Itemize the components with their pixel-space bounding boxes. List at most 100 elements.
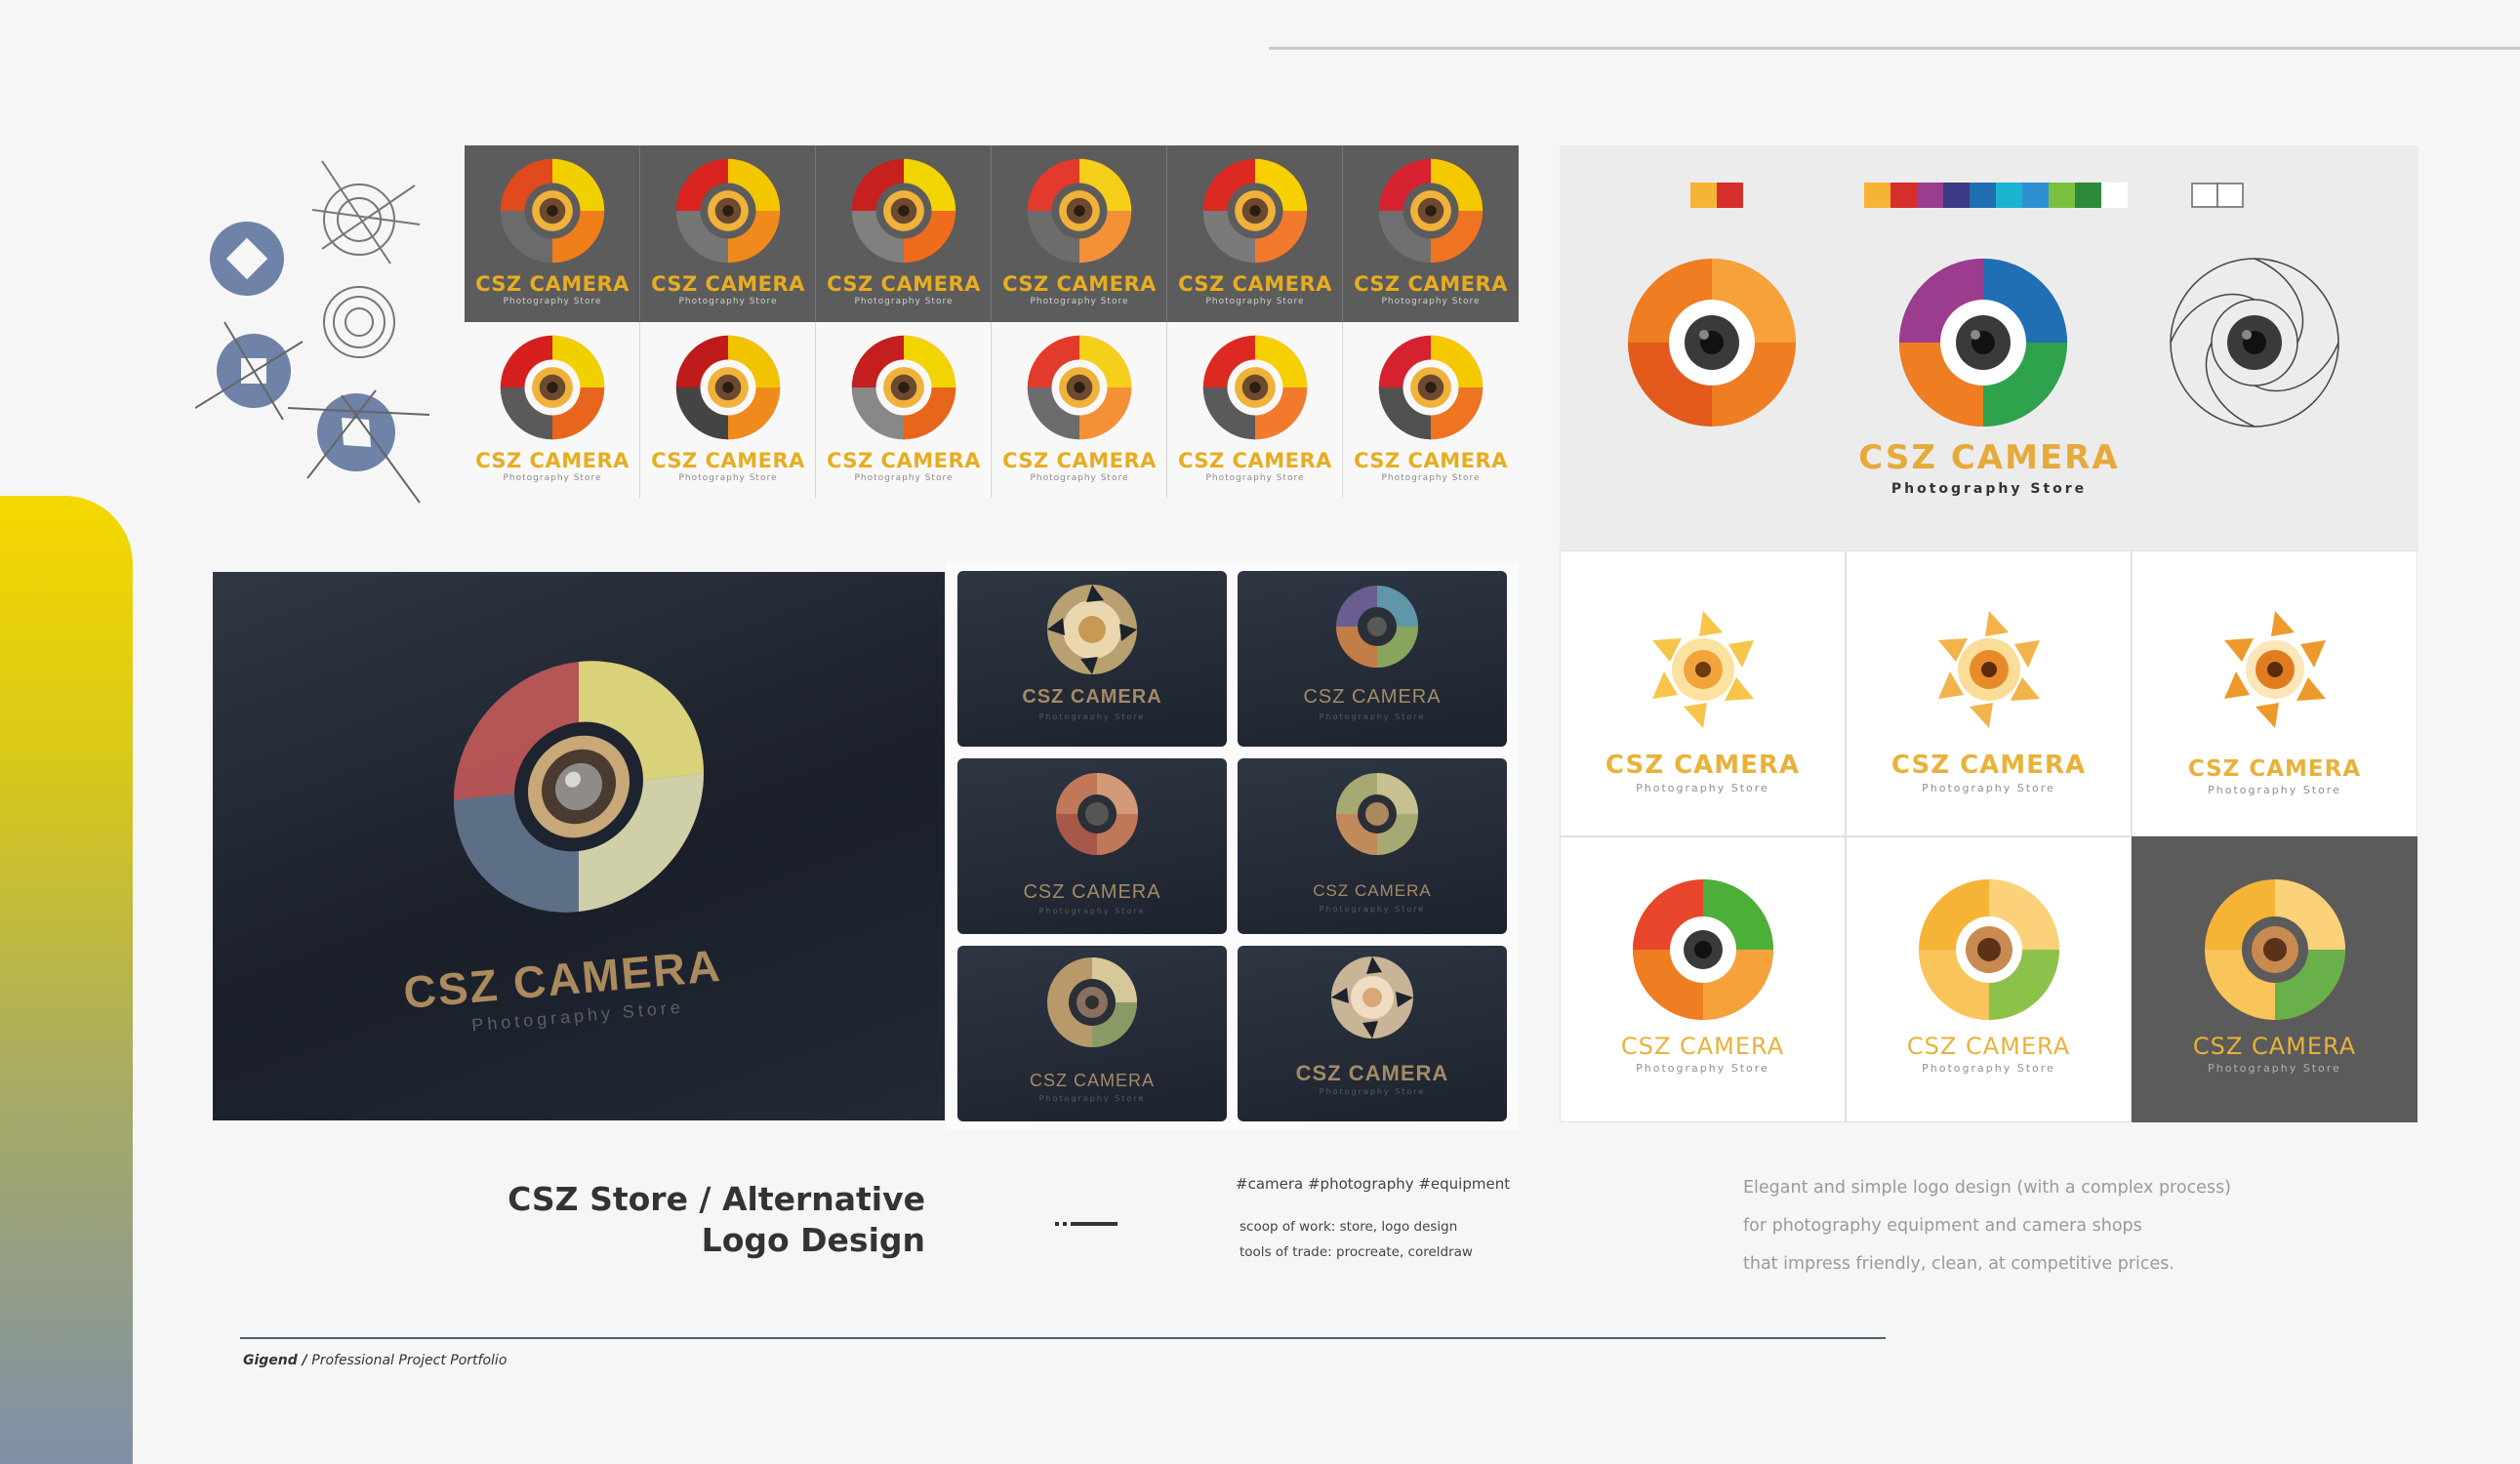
tile-wordmark: CSZ CAMERA (1313, 881, 1432, 900)
logo-wordmark: CSZ CAMERA (1002, 449, 1157, 472)
logo-tagline: Photography Store (503, 473, 602, 483)
description-line2: for photography equipment and camera sho… (1743, 1216, 2142, 1236)
orange-eye-logo-icon (1628, 259, 1796, 427)
alt-logo-1: CSZ CAMERA Photography Store (1560, 550, 1846, 836)
description-line1: Elegant and simple logo design (with a c… (1743, 1178, 2232, 1198)
alt-wordmark: CSZ CAMERA (1906, 1033, 2071, 1060)
alt-wordmark: CSZ CAMERA (2187, 756, 2362, 782)
variation-dark-6: CSZ CAMERA Photography Store (1343, 145, 1519, 321)
aperture-logo-icon (1336, 773, 1418, 855)
camera-logo-icon (851, 335, 956, 440)
logo-tagline: Photography Store (1030, 473, 1129, 483)
project-details: scoop of work: store, logo design tools … (1240, 1214, 1473, 1265)
alt-wordmark: CSZ CAMERA (1605, 751, 1801, 780)
alt-tagline: Photography Store (1636, 782, 1769, 794)
logo-wordmark: CSZ CAMERA (651, 449, 805, 472)
camera-logo-icon (1047, 957, 1137, 1047)
grid-row-light: CSZ CAMERA Photography Store CSZ CAMERA … (465, 322, 1519, 498)
logo-tagline: Photography Store (1030, 297, 1129, 306)
variation-light-4: CSZ CAMERA Photography Store (992, 322, 1167, 498)
camera-logo-icon (1202, 335, 1308, 440)
logo-tagline: Photography Store (1205, 297, 1305, 306)
alt-tagline: Photography Store (1922, 1062, 2055, 1075)
tile-wordmark: CSZ CAMERA (1303, 686, 1442, 708)
logo-wordmark: CSZ CAMERA (1354, 449, 1508, 472)
logo-tagline: Photography Store (678, 297, 778, 306)
project-title: CSZ Store / Alternative Logo Design (508, 1179, 925, 1261)
camera-logo-icon (1027, 158, 1132, 264)
camera-logo-icon (500, 335, 605, 440)
tile-wordmark: CSZ CAMERA (1029, 1071, 1155, 1090)
project-title-line1: CSZ Store / Alternative (508, 1180, 925, 1218)
camera-logo-icon (1378, 335, 1484, 440)
camera-logo-icon (1919, 879, 2059, 1020)
alt-logo-6-dark: CSZ CAMERA Photography Store (2132, 836, 2418, 1122)
camera-logo-icon (1027, 335, 1132, 440)
color-swatches (1690, 183, 2244, 208)
mockup-tile-1: CSZ CAMERA Photography Store (957, 571, 1227, 747)
logo-construction-sketch (195, 160, 430, 504)
project-description: Elegant and simple logo design (with a c… (1743, 1169, 2231, 1283)
alt-tagline: Photography Store (1922, 782, 2055, 794)
alt-logo-5: CSZ CAMERA Photography Store (1846, 836, 2132, 1122)
aperture-logo-icon (1047, 585, 1137, 674)
logo-tagline: Photography Store (854, 473, 954, 483)
alt-wordmark: CSZ CAMERA (1890, 751, 2087, 780)
variation-dark-3: CSZ CAMERA Photography Store (816, 145, 992, 321)
project-scope: scoop of work: store, logo design (1240, 1219, 1458, 1235)
alt-tagline: Photography Store (2208, 1062, 2341, 1075)
camera-logo-icon (500, 158, 605, 264)
rainbow-logo-icon (1336, 586, 1418, 668)
tile-wordmark: CSZ CAMERA (1295, 1061, 1449, 1085)
mockup-tile-4: CSZ CAMERA Photography Store (1238, 758, 1507, 934)
aperture-logo-icon (2224, 611, 2326, 728)
variation-dark-5: CSZ CAMERA Photography Store (1167, 145, 1343, 321)
logo-tagline: Photography Store (1205, 473, 1305, 483)
footer: Gigend / Professional Project Portfolio (243, 1353, 507, 1368)
camera-logo-icon (851, 158, 956, 264)
logo-tagline: Photography Store (854, 297, 954, 306)
description-line3: that impress friendly, clean, at competi… (1743, 1254, 2175, 1274)
logo-variations-grid: CSZ CAMERA Photography Store CSZ CAMERA … (465, 145, 1519, 498)
mockup-tiles: CSZ CAMERA Photography Store CSZ CAMERA … (947, 562, 1519, 1130)
aperture-logo-icon (1938, 611, 2040, 728)
main-tagline: Photography Store (1890, 481, 2088, 497)
wall-mockup-large: CSZ CAMERA Photography Store (213, 572, 945, 1120)
alt-tagline: Photography Store (1636, 1062, 1769, 1075)
mockup-tile-6: CSZ CAMERA Photography Store (1238, 946, 1507, 1121)
alt-logo-4: CSZ CAMERA Photography Store (1560, 836, 1846, 1122)
logo-tagline: Photography Store (678, 473, 778, 483)
sketch-outline-aperture (311, 160, 421, 264)
main-wordmark: CSZ CAMERA (1858, 438, 2120, 477)
project-tools: tools of trade: procreate, coreldraw (1240, 1244, 1473, 1260)
dash-ornament (1055, 1222, 1118, 1226)
sketch-blue-aperture-3 (287, 389, 430, 504)
logo-wordmark: CSZ CAMERA (827, 449, 981, 472)
alt-tagline: Photography Store (2208, 784, 2341, 796)
tile-wordmark: CSZ CAMERA (1022, 686, 1162, 708)
logo-wordmark: CSZ CAMERA (1178, 449, 1332, 472)
tile-tagline: Photography Store (1319, 905, 1426, 914)
rainbow-eye-logo-icon (1899, 259, 2067, 427)
aperture-logo-icon (1331, 956, 1413, 1038)
variation-light-3: CSZ CAMERA Photography Store (816, 322, 992, 498)
swatch-primary (1690, 183, 1743, 208)
logo-wordmark: CSZ CAMERA (475, 272, 630, 296)
logo-wordmark: CSZ CAMERA (651, 272, 805, 296)
logo-wordmark: CSZ CAMERA (1002, 272, 1157, 296)
variation-light-1: CSZ CAMERA Photography Store (465, 322, 640, 498)
tile-wordmark: CSZ CAMERA (1023, 881, 1161, 903)
mockup-logo-3d (454, 661, 704, 913)
alt-wordmark: CSZ CAMERA (1620, 1033, 1785, 1060)
main-logo-panel: CSZ CAMERA Photography Store (1560, 145, 2418, 550)
footer-label: Professional Project Portfolio (311, 1353, 508, 1368)
sketch-blue-aperture-2 (195, 321, 304, 421)
logo-wordmark: CSZ CAMERA (827, 272, 981, 296)
camera-logo-icon (2205, 879, 2345, 1020)
camera-logo-icon (1202, 158, 1308, 264)
logo-wordmark: CSZ CAMERA (1354, 272, 1508, 296)
swatch-outline (2191, 183, 2244, 208)
logo-tagline: Photography Store (503, 297, 602, 306)
logo-tagline: Photography Store (1381, 473, 1481, 483)
logo-tagline: Photography Store (1381, 297, 1481, 306)
